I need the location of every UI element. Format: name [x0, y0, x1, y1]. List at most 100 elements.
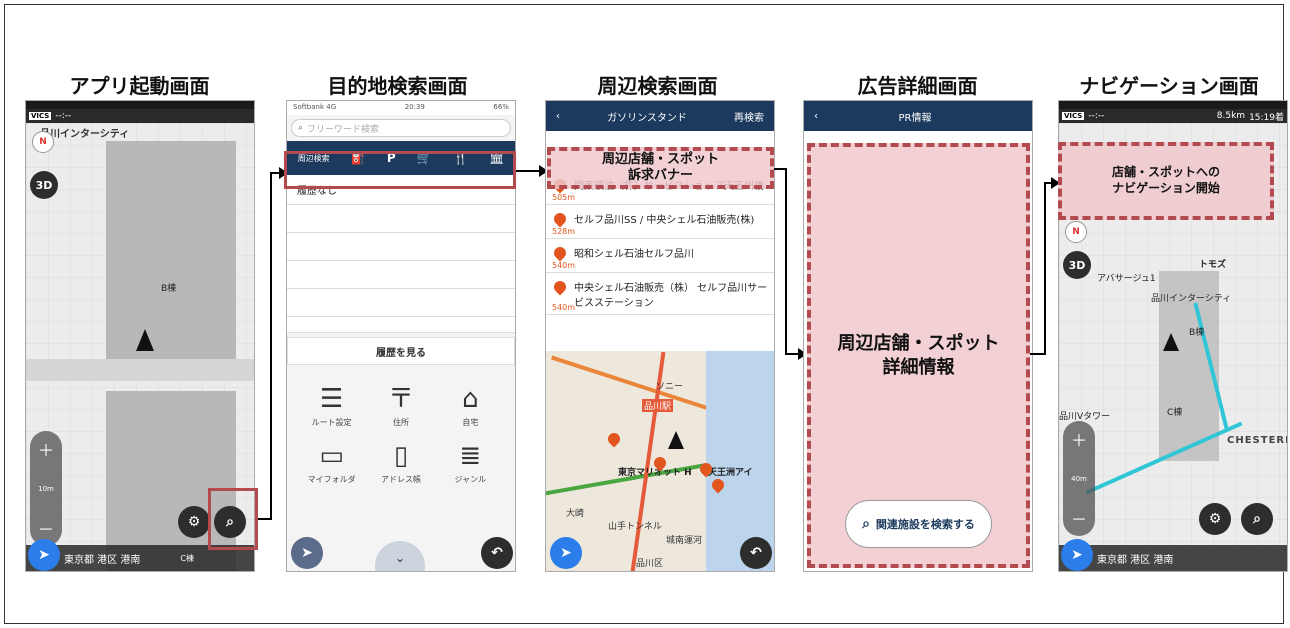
building-b-label: B棟 [161, 284, 177, 294]
back-icon: ↶ [750, 545, 762, 561]
navigation-arrow-icon: ➤ [560, 545, 572, 561]
3d-button[interactable]: 3D [1063, 251, 1091, 279]
arrow-3-segment [785, 168, 787, 354]
expand-button[interactable]: ⌄ [375, 541, 425, 571]
view-history-button[interactable]: 履歴を見る [287, 337, 515, 365]
location-button[interactable]: ➤ [1061, 539, 1093, 571]
list-item [287, 233, 515, 261]
zoom-out-icon[interactable]: － [1071, 506, 1087, 530]
zoom-control[interactable]: ＋ 10m － [30, 431, 62, 546]
current-position-icon [1163, 333, 1179, 351]
list-item [287, 317, 515, 333]
nav-bar: ‹ ガソリンスタンド 再検索 [546, 101, 774, 131]
location-button[interactable]: ➤ [550, 537, 582, 569]
related-facility-search-button[interactable]: ⌕ 関連施設を検索する [845, 500, 992, 548]
status-bar: Softbank 4G 20:39 66% [287, 101, 515, 115]
distance-label: 8.5km [1216, 111, 1246, 121]
status-bar [1059, 101, 1287, 109]
scale-label: 10m [38, 484, 54, 493]
genre-button[interactable]: ≣ ジャンル [436, 438, 505, 485]
list-item[interactable]: 昭和シェル石油セルフ品川 540m [546, 239, 774, 273]
navigation-arrow-icon: ➤ [38, 547, 50, 563]
title-destination-search: 目的地検索画面 [327, 74, 468, 98]
current-position-icon [668, 431, 684, 449]
list-item [287, 261, 515, 289]
list-item [287, 205, 515, 233]
home-button[interactable]: ⌂ 自宅 [436, 381, 505, 428]
shortcut-grid: ☰ ルート設定 〒住所 ⌂ 自宅 ▭ マイフォルダ ▯ アドレス帳 ≣ ジャンル [287, 369, 515, 485]
search-icon: ⌕ [1253, 511, 1261, 527]
nav-title: ガソリンスタンド [607, 112, 687, 124]
address-button[interactable]: 〒住所 [366, 381, 435, 428]
gear-icon: ⚙ [1208, 511, 1222, 527]
back-arrow-icon[interactable]: ‹ [556, 111, 560, 122]
toolbar-highlight [284, 151, 516, 189]
zoom-out-icon[interactable]: － [38, 516, 54, 540]
3d-button[interactable]: 3D [30, 171, 58, 199]
current-position-icon [136, 329, 154, 351]
status-bar [26, 101, 254, 109]
location-button[interactable]: ➤ [28, 539, 60, 571]
settings-button[interactable]: ⚙ [1199, 503, 1231, 535]
back-button[interactable]: ↶ [481, 537, 513, 569]
status-time: --:-- [55, 111, 72, 121]
title-ad-detail: 広告詳細画面 [857, 74, 978, 98]
building-c-label: C棟 [180, 553, 194, 563]
genre-icon: ≣ [459, 441, 482, 471]
route-icon: ☰ [320, 384, 344, 414]
address-book-icon: ▯ [393, 441, 409, 471]
map-pin-icon[interactable] [605, 430, 623, 448]
navigation-arrow-icon: ➤ [301, 545, 313, 561]
compass-icon[interactable]: N [1065, 221, 1087, 243]
settings-button[interactable]: ⚙ [178, 506, 210, 538]
compass-icon[interactable]: N [32, 131, 54, 153]
navigation-start-highlight: 店舗・スポットへの ナビゲーション開始 [1058, 142, 1274, 220]
folder-icon: ▭ [319, 441, 344, 471]
post-icon: 〒 [387, 384, 414, 414]
title-nearby-search: 周辺検索画面 [597, 74, 718, 98]
address-label: 東京都 港区 港南 [1097, 554, 1174, 566]
scale-label: 40m [1071, 474, 1087, 483]
search-input[interactable]: ⌕ フリーワード検索 [291, 119, 511, 137]
back-arrow-icon[interactable]: ‹ [814, 111, 818, 122]
address-book-button[interactable]: ▯ アドレス帳 [366, 438, 435, 485]
map-view[interactable]: 品川駅 東京マリオット H 天王洲アイ 山手トンネル 城南運河 大崎 品川区 ソ… [546, 351, 774, 571]
chevron-down-icon: ⌄ [394, 551, 406, 565]
nav-bar: ‹ PR情報 [804, 101, 1032, 131]
arrow-2-segment [516, 170, 541, 172]
nav-title: PR情報 [898, 112, 932, 124]
search-button-highlight [208, 488, 258, 550]
my-folder-button[interactable]: ▭ マイフォルダ [297, 438, 366, 485]
vics-badge: VICS [1062, 112, 1085, 120]
poi-list: 関東礦油（株）サービスショップ天王州橋505m セルフ品川SS / 中央シェル石… [546, 171, 774, 315]
search-icon: ⌕ [862, 516, 870, 532]
search-icon: ⌕ [298, 123, 304, 133]
research-button[interactable]: 再検索 [734, 109, 764, 124]
zoom-in-icon[interactable]: ＋ [1071, 427, 1087, 451]
list-item [287, 289, 515, 317]
location-button[interactable]: ➤ [291, 537, 323, 569]
navigation-arrow-icon: ➤ [1071, 547, 1083, 563]
search-button[interactable]: ⌕ [1241, 503, 1273, 535]
zoom-in-icon[interactable]: ＋ [38, 437, 54, 461]
building-b [106, 141, 236, 361]
home-icon: ⌂ [462, 384, 479, 414]
pin-icon [551, 278, 569, 296]
list-item[interactable]: 中央シェル石油販売（株） セルフ品川サービスステーション 540m [546, 273, 774, 315]
poi-banner-highlight: 周辺店舗・スポット 訴求バナー [547, 147, 774, 189]
arrow-4-segment [1044, 182, 1046, 355]
pin-icon [551, 244, 569, 262]
road [26, 359, 254, 381]
arrow-1-segment [270, 172, 272, 520]
list-item[interactable]: セルフ品川SS / 中央シェル石油販売(株) 528m [546, 205, 774, 239]
route-setting-button[interactable]: ☰ ルート設定 [297, 381, 366, 428]
pin-icon [551, 210, 569, 228]
zoom-control[interactable]: ＋ 40m － [1063, 421, 1095, 536]
address-label: 東京都 港区 港南 [64, 554, 141, 566]
arrival-label: 15:19着 [1249, 112, 1284, 123]
vics-badge: VICS [29, 112, 52, 120]
title-app-launch: アプリ起動画面 [69, 74, 210, 98]
arrow-3-segment [785, 353, 799, 355]
back-icon: ↶ [491, 545, 503, 561]
back-button[interactable]: ↶ [740, 537, 772, 569]
